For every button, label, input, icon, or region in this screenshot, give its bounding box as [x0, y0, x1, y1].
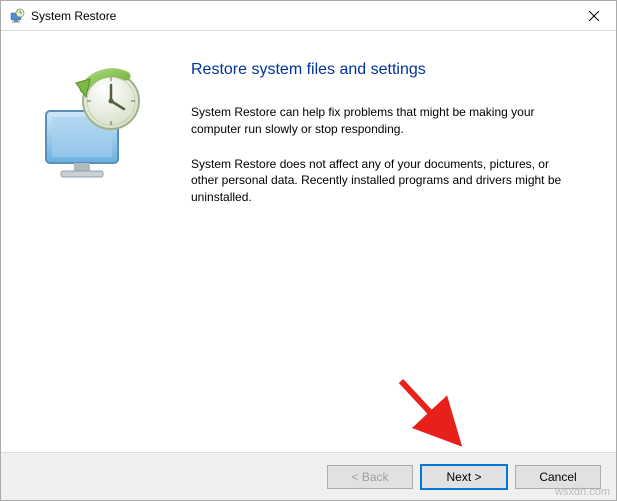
window-title: System Restore [31, 9, 116, 23]
system-restore-large-icon [26, 61, 156, 194]
close-button[interactable] [571, 1, 616, 31]
watermark-text: wsxdn.com [555, 486, 610, 498]
titlebar: System Restore [1, 1, 616, 31]
back-button: < Back [327, 465, 413, 489]
description-paragraph-1: System Restore can help fix problems tha… [191, 104, 576, 138]
next-button[interactable]: Next > [421, 465, 507, 489]
sidebar [1, 31, 181, 452]
system-restore-icon [9, 8, 25, 24]
button-bar: < Back Next > Cancel [1, 452, 616, 500]
cancel-button[interactable]: Cancel [515, 465, 601, 489]
close-icon [589, 8, 599, 24]
main-panel: Restore system files and settings System… [181, 31, 616, 452]
content-area: Restore system files and settings System… [1, 31, 616, 452]
description-paragraph-2: System Restore does not affect any of yo… [191, 156, 576, 206]
page-heading: Restore system files and settings [191, 61, 576, 79]
system-restore-window: System Restore [0, 0, 617, 501]
